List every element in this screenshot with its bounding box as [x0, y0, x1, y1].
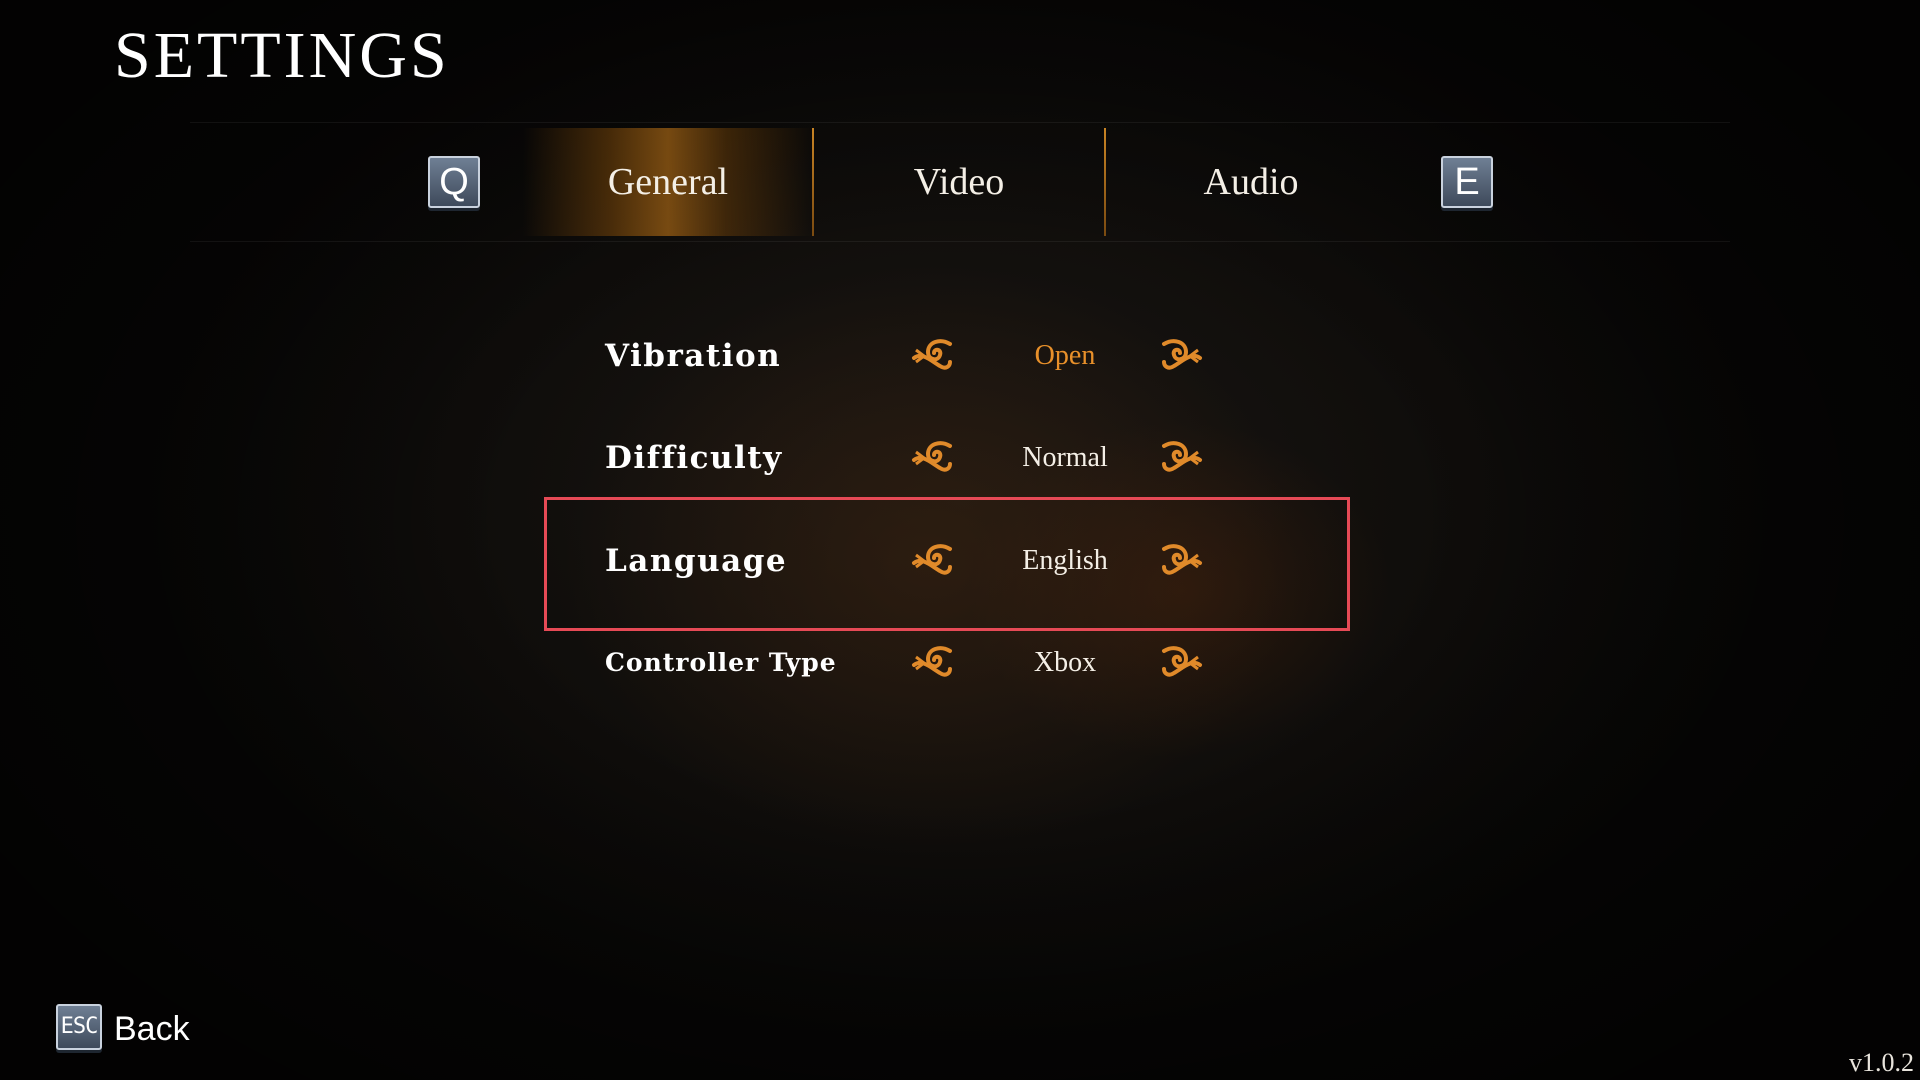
setting-value: Open: [1034, 340, 1096, 371]
swirl-right-arrow-icon[interactable]: [1160, 643, 1204, 683]
setting-row-language[interactable]: Language English: [605, 531, 1305, 591]
swirl-right-arrow-icon[interactable]: [1160, 541, 1204, 581]
swirl-left-arrow-icon[interactable]: [910, 438, 954, 478]
setting-row-vibration[interactable]: Vibration Open: [605, 326, 1305, 386]
tab-audio[interactable]: Audio: [1106, 128, 1396, 236]
page-title: SETTINGS: [114, 19, 450, 92]
swirl-left-arrow-icon[interactable]: [910, 541, 954, 581]
setting-label: Language: [605, 543, 788, 579]
tab-video[interactable]: Video: [814, 128, 1104, 236]
swirl-left-arrow-icon[interactable]: [910, 336, 954, 376]
setting-value: Xbox: [1033, 647, 1097, 678]
setting-value: Normal: [1022, 442, 1108, 473]
setting-value: English: [1022, 545, 1108, 576]
version-label: v1.0.2: [1849, 1048, 1914, 1077]
setting-row-controller-type[interactable]: Controller Type Xbox: [605, 633, 1305, 693]
setting-label: Controller Type: [605, 648, 837, 677]
esc-key-icon: ESC: [56, 1004, 102, 1050]
back-label: Back: [114, 1010, 190, 1048]
swirl-right-arrow-icon[interactable]: [1160, 336, 1204, 376]
e-key-icon[interactable]: E: [1441, 156, 1493, 208]
q-key-icon[interactable]: Q: [428, 156, 480, 208]
tab-general[interactable]: General: [523, 128, 813, 236]
setting-label: Vibration: [605, 338, 782, 374]
swirl-right-arrow-icon[interactable]: [1160, 438, 1204, 478]
setting-row-difficulty[interactable]: Difficulty Normal: [605, 428, 1305, 488]
setting-label: Difficulty: [605, 440, 783, 476]
swirl-left-arrow-icon[interactable]: [910, 643, 954, 683]
